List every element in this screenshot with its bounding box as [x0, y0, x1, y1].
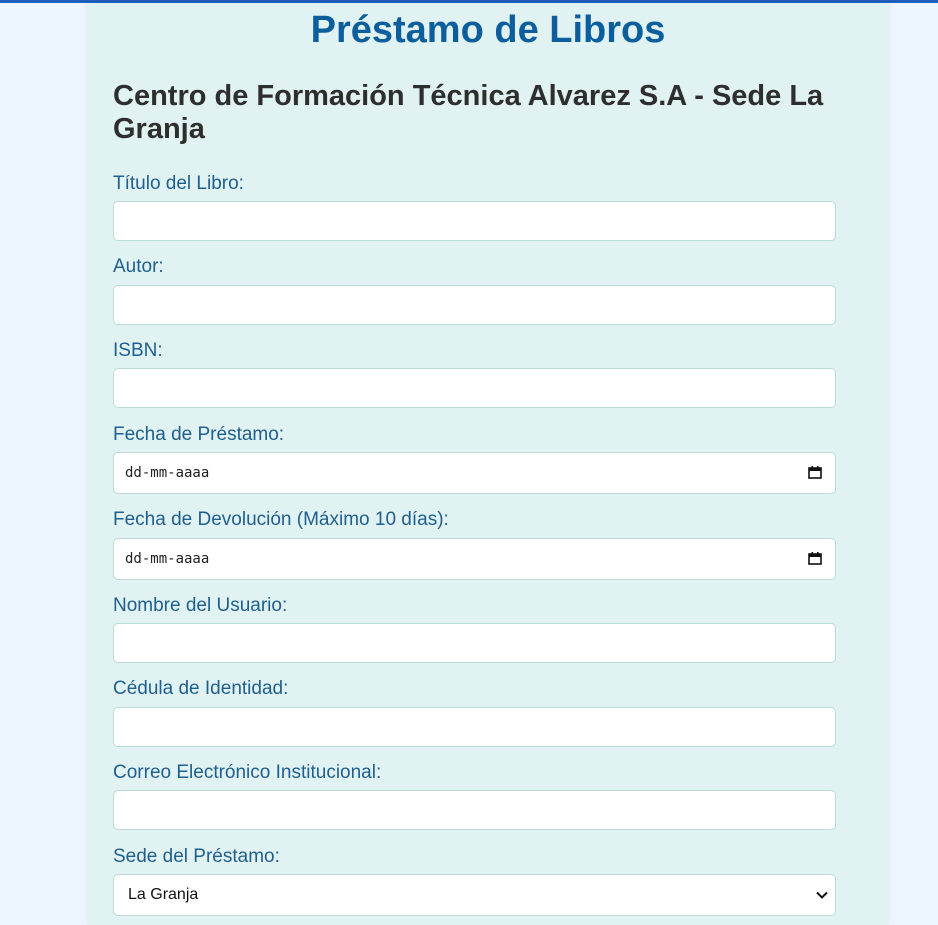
fecha-prestamo-input[interactable]: dd-mm-aaaa	[113, 452, 836, 494]
fecha-devolucion-label: Fecha de Devolución (Máximo 10 días):	[113, 509, 449, 530]
nombre-label: Nombre del Usuario:	[113, 595, 288, 616]
nombre-input[interactable]	[113, 623, 836, 663]
calendar-icon[interactable]	[808, 552, 822, 565]
autor-label: Autor:	[113, 256, 164, 277]
correo-label: Correo Electrónico Institucional:	[113, 762, 382, 783]
page-title: Préstamo de Libros	[310, 9, 666, 51]
fecha-prestamo-placeholder: dd-mm-aaaa	[125, 465, 210, 481]
isbn-input[interactable]	[113, 368, 836, 408]
chevron-down-icon	[816, 891, 828, 899]
sede-label: Sede del Préstamo:	[113, 846, 280, 867]
fecha-devolucion-input[interactable]: dd-mm-aaaa	[113, 538, 836, 580]
sede-selected-value: La Granja	[128, 886, 199, 903]
cedula-input[interactable]	[113, 707, 836, 747]
institution-subtitle: Centro de Formación Técnica Alvarez S.A …	[113, 80, 824, 145]
sede-select[interactable]: La Granja	[113, 874, 836, 916]
cedula-label: Cédula de Identidad:	[113, 678, 289, 699]
correo-input[interactable]	[113, 790, 836, 830]
loan-form-card: Préstamo de Libros Centro de Formación T…	[87, 3, 889, 925]
fecha-devolucion-placeholder: dd-mm-aaaa	[125, 551, 210, 567]
titulo-label: Título del Libro:	[113, 173, 244, 194]
fecha-prestamo-label: Fecha de Préstamo:	[113, 424, 285, 445]
calendar-icon[interactable]	[808, 466, 822, 479]
titulo-input[interactable]	[113, 201, 836, 241]
isbn-label: ISBN:	[113, 340, 163, 361]
autor-input[interactable]	[113, 285, 836, 325]
